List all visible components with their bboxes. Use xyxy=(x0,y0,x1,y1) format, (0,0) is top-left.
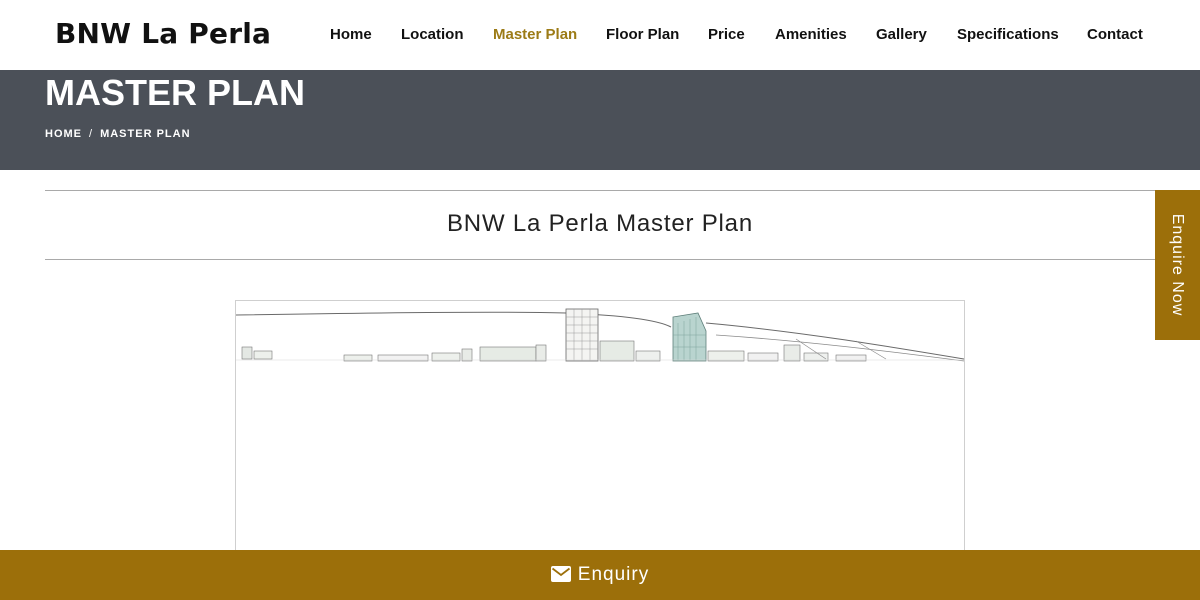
enquire-now-tab[interactable]: Enquire Now xyxy=(1155,190,1200,340)
main-nav: Home Location Master Plan Floor Plan Pri… xyxy=(0,26,1200,46)
enquiry-bar[interactable]: Enquiry xyxy=(0,550,1200,600)
nav-item-specifications[interactable]: Specifications xyxy=(957,26,1059,44)
master-plan-image[interactable] xyxy=(235,300,965,562)
nav-item-home[interactable]: Home xyxy=(330,26,372,44)
envelope-icon xyxy=(550,566,571,588)
section-divider-bottom xyxy=(45,259,1200,260)
section-divider-top xyxy=(45,190,1200,191)
nav-item-price[interactable]: Price xyxy=(708,26,745,44)
breadcrumb-home-link[interactable]: HOME xyxy=(45,128,82,140)
master-plan-sketch xyxy=(236,308,964,362)
nav-item-amenities[interactable]: Amenities xyxy=(775,26,847,44)
site-header: BNW La Perla Home Location Master Plan F… xyxy=(0,0,1200,70)
page-banner: MASTER PLAN HOME / MASTER PLAN xyxy=(0,70,1200,170)
nav-item-gallery[interactable]: Gallery xyxy=(876,26,927,44)
enquiry-bar-content: Enquiry xyxy=(0,564,1200,588)
enquiry-label: Enquiry xyxy=(577,564,650,585)
nav-item-location[interactable]: Location xyxy=(401,26,464,44)
breadcrumb-current: MASTER PLAN xyxy=(100,128,191,140)
page-title: MASTER PLAN xyxy=(45,72,305,113)
nav-item-floor-plan[interactable]: Floor Plan xyxy=(606,26,679,44)
nav-item-master-plan[interactable]: Master Plan xyxy=(493,26,577,44)
nav-item-contact[interactable]: Contact xyxy=(1087,26,1143,44)
breadcrumb: HOME / MASTER PLAN xyxy=(45,127,191,141)
enquire-now-label: Enquire Now xyxy=(1169,213,1186,317)
breadcrumb-separator: / xyxy=(89,128,94,140)
section-title: BNW La Perla Master Plan xyxy=(447,210,753,237)
